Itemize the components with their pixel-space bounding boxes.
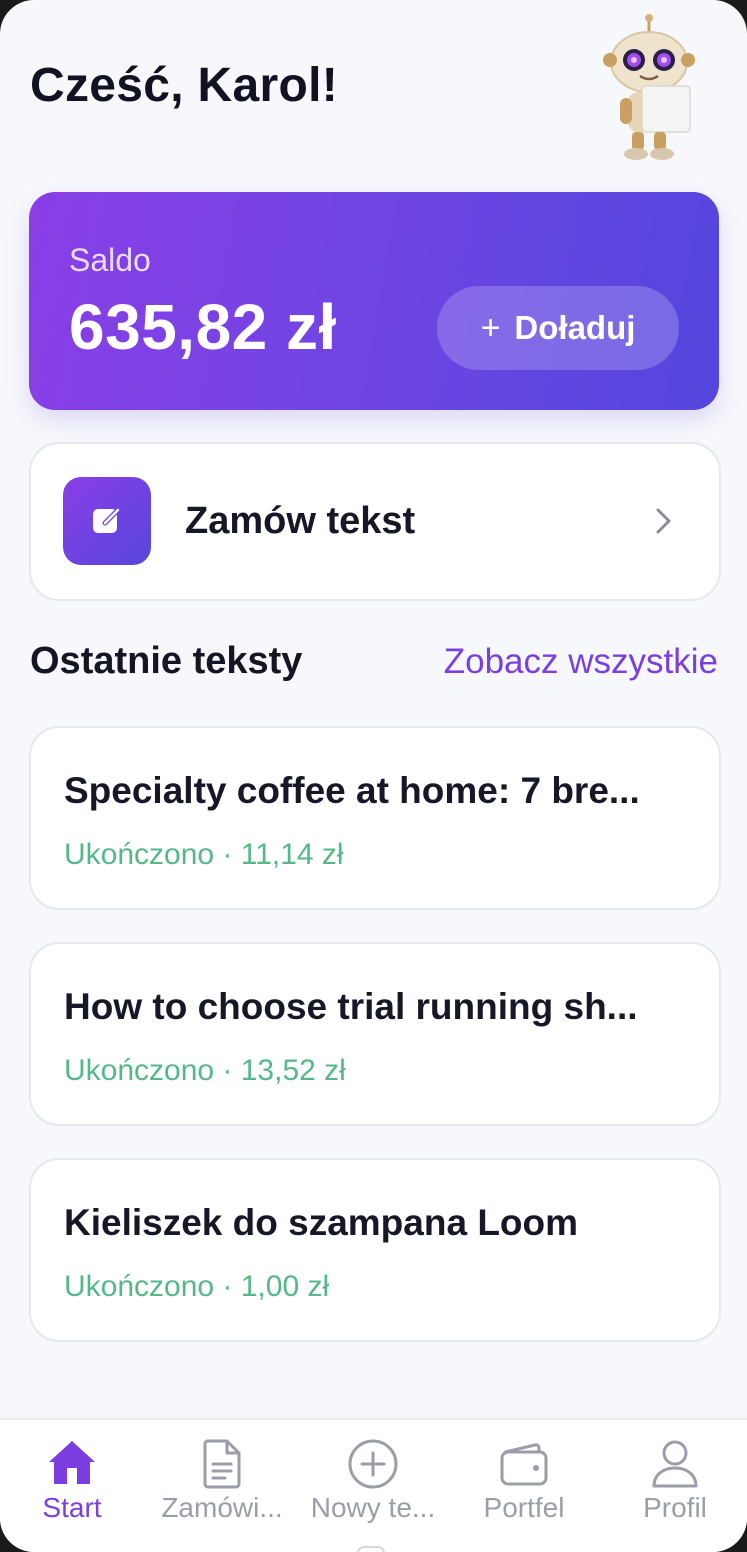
tab-label: Portfel (483, 1492, 565, 1523)
balance-amount: 635,82 zł (69, 291, 337, 363)
plus-icon: + (480, 309, 501, 347)
recent-text-title: Kieliszek do szampana Loom (64, 1202, 579, 1243)
recent-text-title: Specialty coffee at home: 7 bre... (64, 770, 640, 811)
recent-text-item[interactable]: Kieliszek do szampana Loom Ukończono · 1… (29, 1158, 721, 1342)
recent-texts-heading: Ostatnie teksty (30, 640, 303, 682)
recent-text-status: Ukończono · 13,52 zł (64, 1054, 346, 1087)
chevron-right-icon (656, 508, 671, 534)
document-icon (203, 1439, 241, 1489)
bottom-tab-bar: Start Zamówi... Nowy te... Portfel Profi… (0, 1418, 747, 1552)
tab-start[interactable]: Start (0, 1420, 147, 1552)
topup-label: Doładuj (514, 309, 636, 346)
recent-text-status: Ukończono · 11,14 zł (64, 838, 344, 871)
plus-circle-icon (348, 1439, 398, 1489)
tab-label: Zamówi... (161, 1492, 283, 1523)
recent-text-item[interactable]: Specialty coffee at home: 7 bre... Ukońc… (29, 726, 721, 910)
edit-icon (63, 477, 151, 565)
recent-text-item[interactable]: How to choose trial running sh... Ukończ… (29, 942, 721, 1126)
balance-label: Saldo (69, 242, 151, 278)
home-icon (49, 1441, 95, 1484)
tab-label: Profil (643, 1492, 707, 1523)
tab-label: Start (42, 1492, 102, 1523)
tab-wallet[interactable]: Portfel (449, 1420, 599, 1552)
tab-orders[interactable]: Zamówi... (147, 1420, 297, 1552)
recent-text-status: Ukończono · 1,00 zł (64, 1270, 330, 1303)
topup-button[interactable]: + Doładuj (437, 286, 679, 370)
robot-mascot-icon (603, 14, 695, 160)
home-indicator (357, 1546, 385, 1552)
see-all-link[interactable]: Zobacz wszystkie (444, 642, 718, 682)
tab-new-text[interactable]: Nowy te... (298, 1420, 448, 1552)
tab-profile[interactable]: Profil (600, 1420, 747, 1552)
home-screen: Cześć, Karol! Saldo 635,82 zł + Doładuj (0, 0, 747, 1552)
greeting-title: Cześć, Karol! (30, 59, 339, 112)
tab-label: Nowy te... (310, 1492, 436, 1523)
recent-text-title: How to choose trial running sh... (64, 986, 638, 1027)
user-icon (652, 1440, 698, 1488)
order-text-button[interactable]: Zamów tekst (29, 442, 721, 601)
order-text-label: Zamów tekst (185, 500, 416, 542)
wallet-icon (500, 1443, 548, 1486)
balance-card: Saldo 635,82 zł + Doładuj (29, 192, 719, 410)
